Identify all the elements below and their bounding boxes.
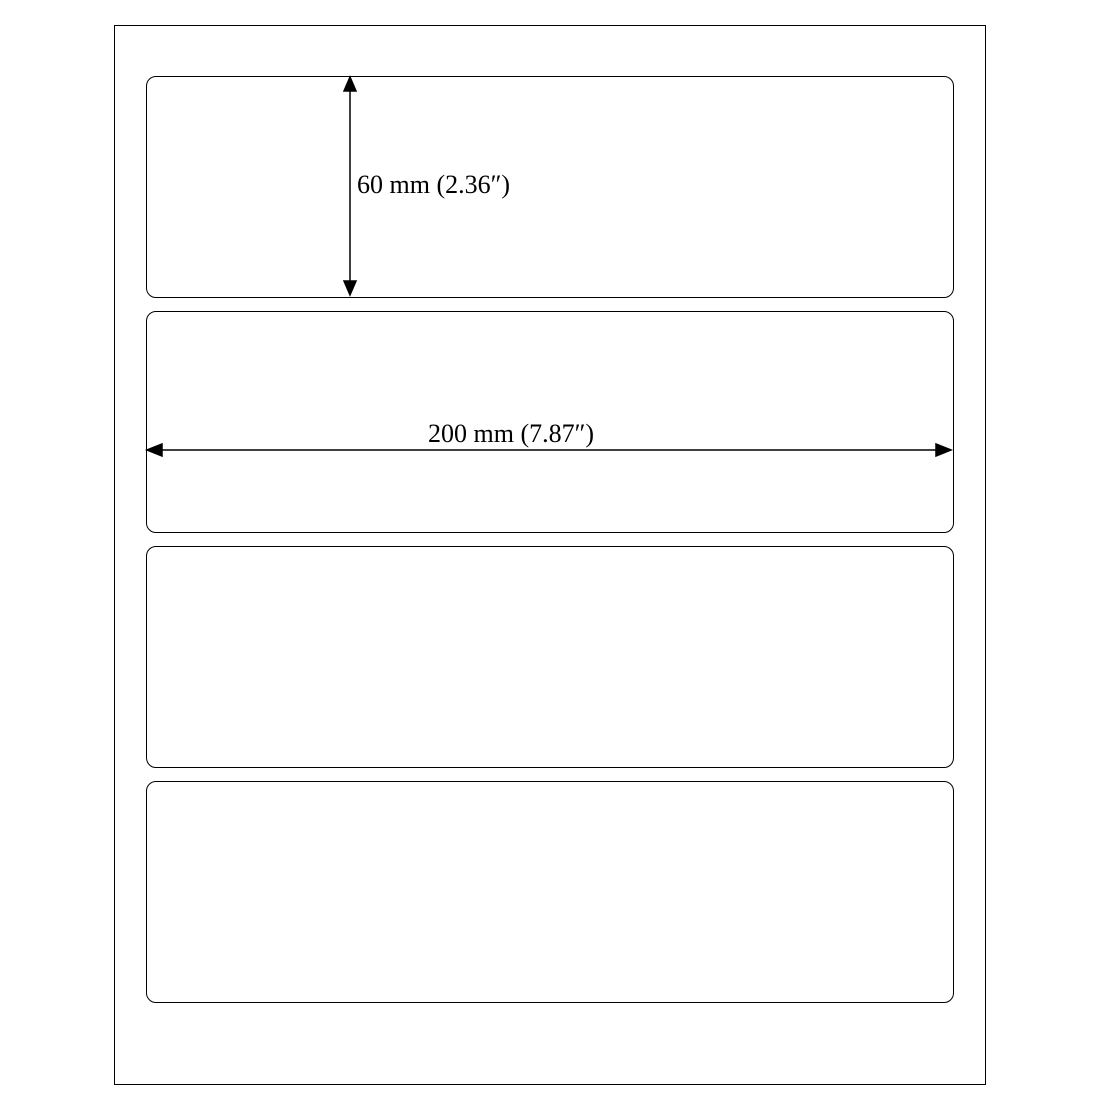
- height-dimension-label: 60 mm (2.36″): [357, 170, 510, 200]
- width-dimension-label: 200 mm (7.87″): [428, 419, 594, 449]
- label-slot-4: [146, 781, 954, 1003]
- sheet-outline: [114, 25, 986, 1085]
- label-slot-1: [146, 76, 954, 298]
- label-slot-3: [146, 546, 954, 768]
